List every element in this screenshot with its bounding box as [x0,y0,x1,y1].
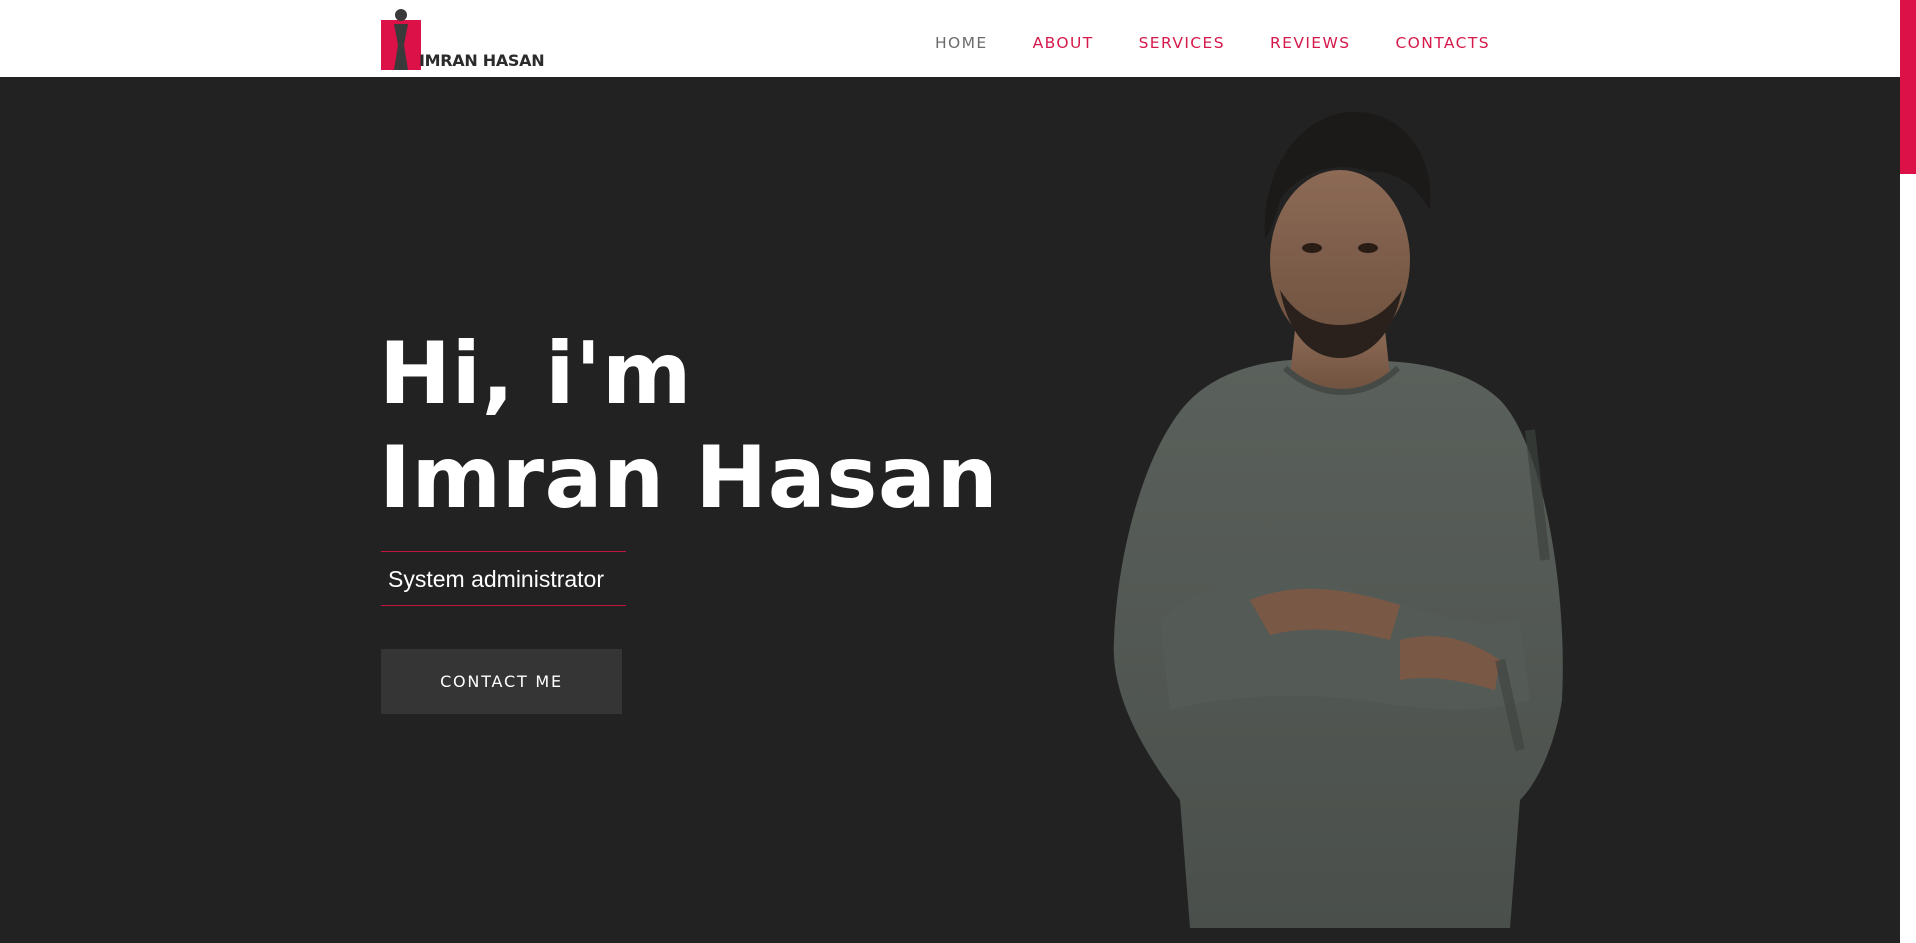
role-box: System administrator [381,551,626,606]
nav-services[interactable]: SERVICES [1139,34,1225,52]
hero-name: Imran Hasan [379,428,999,528]
scrollbar-thumb[interactable] [1900,0,1916,174]
contact-me-button[interactable]: CONTACT ME [381,649,622,714]
nav-contacts[interactable]: CONTACTS [1395,34,1490,52]
main-nav: HOME ABOUT SERVICES REVIEWS CONTACTS [890,34,1490,52]
logo-text: IMRAN HASAN [419,51,545,70]
site-header: IMRAN HASAN HOME ABOUT SERVICES REVIEWS … [0,0,1900,77]
nav-reviews[interactable]: REVIEWS [1270,34,1351,52]
nav-home[interactable]: HOME [935,34,988,52]
page: IMRAN HASAN HOME ABOUT SERVICES REVIEWS … [0,0,1916,943]
hero-heading: Hi, i'm Imran Hasan [379,322,998,530]
logo-mark-icon [381,9,421,70]
nav-about[interactable]: ABOUT [1033,34,1094,52]
role-text: System administrator [388,566,605,592]
portrait-photo [1113,111,1563,928]
logo[interactable]: IMRAN HASAN [381,8,545,70]
hero-greeting: Hi, i'm [379,324,692,424]
